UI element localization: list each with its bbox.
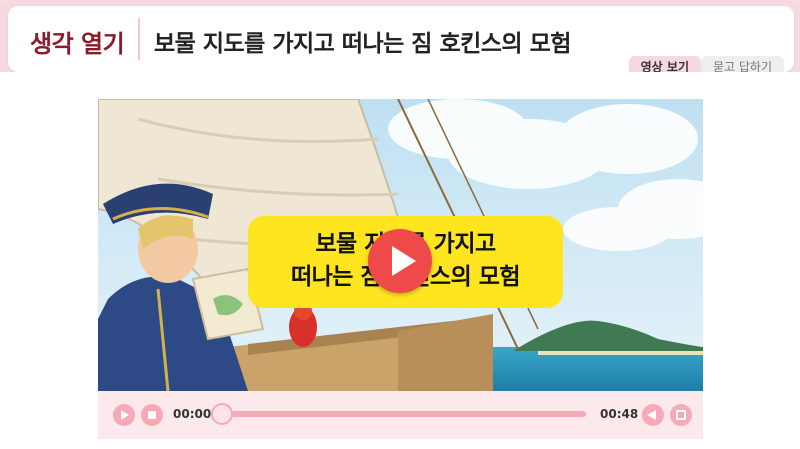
page-frame: 생각 열기 보물 지도를 가지고 떠나는 짐 호킨스의 모험 영상 보기 묻고 … xyxy=(0,0,800,449)
fullscreen-button[interactable] xyxy=(670,404,692,426)
progress-thumb[interactable] xyxy=(211,403,233,425)
big-play-button[interactable] xyxy=(368,229,432,293)
section-label: 생각 열기 xyxy=(30,30,125,58)
stop-button[interactable] xyxy=(141,404,163,426)
progress-track[interactable] xyxy=(216,411,586,417)
content-area: 보물 지도를 가지고 떠나는 짐 호킨스의 모험 00:00 00:48 xyxy=(0,72,800,449)
play-button[interactable] xyxy=(113,404,135,426)
video-controls: 00:00 00:48 xyxy=(98,391,703,439)
page-title: 보물 지도를 가지고 떠나는 짐 호킨스의 모험 xyxy=(154,31,571,57)
header-divider xyxy=(138,18,140,60)
video-player[interactable]: 보물 지도를 가지고 떠나는 짐 호킨스의 모험 00:00 00:48 xyxy=(98,99,703,439)
header-bar: 생각 열기 보물 지도를 가지고 떠나는 짐 호킨스의 모험 영상 보기 묻고 … xyxy=(8,6,794,78)
play-icon xyxy=(392,246,416,276)
total-time: 00:48 xyxy=(600,407,639,421)
current-time: 00:00 xyxy=(173,407,212,421)
volume-button[interactable] xyxy=(642,404,664,426)
